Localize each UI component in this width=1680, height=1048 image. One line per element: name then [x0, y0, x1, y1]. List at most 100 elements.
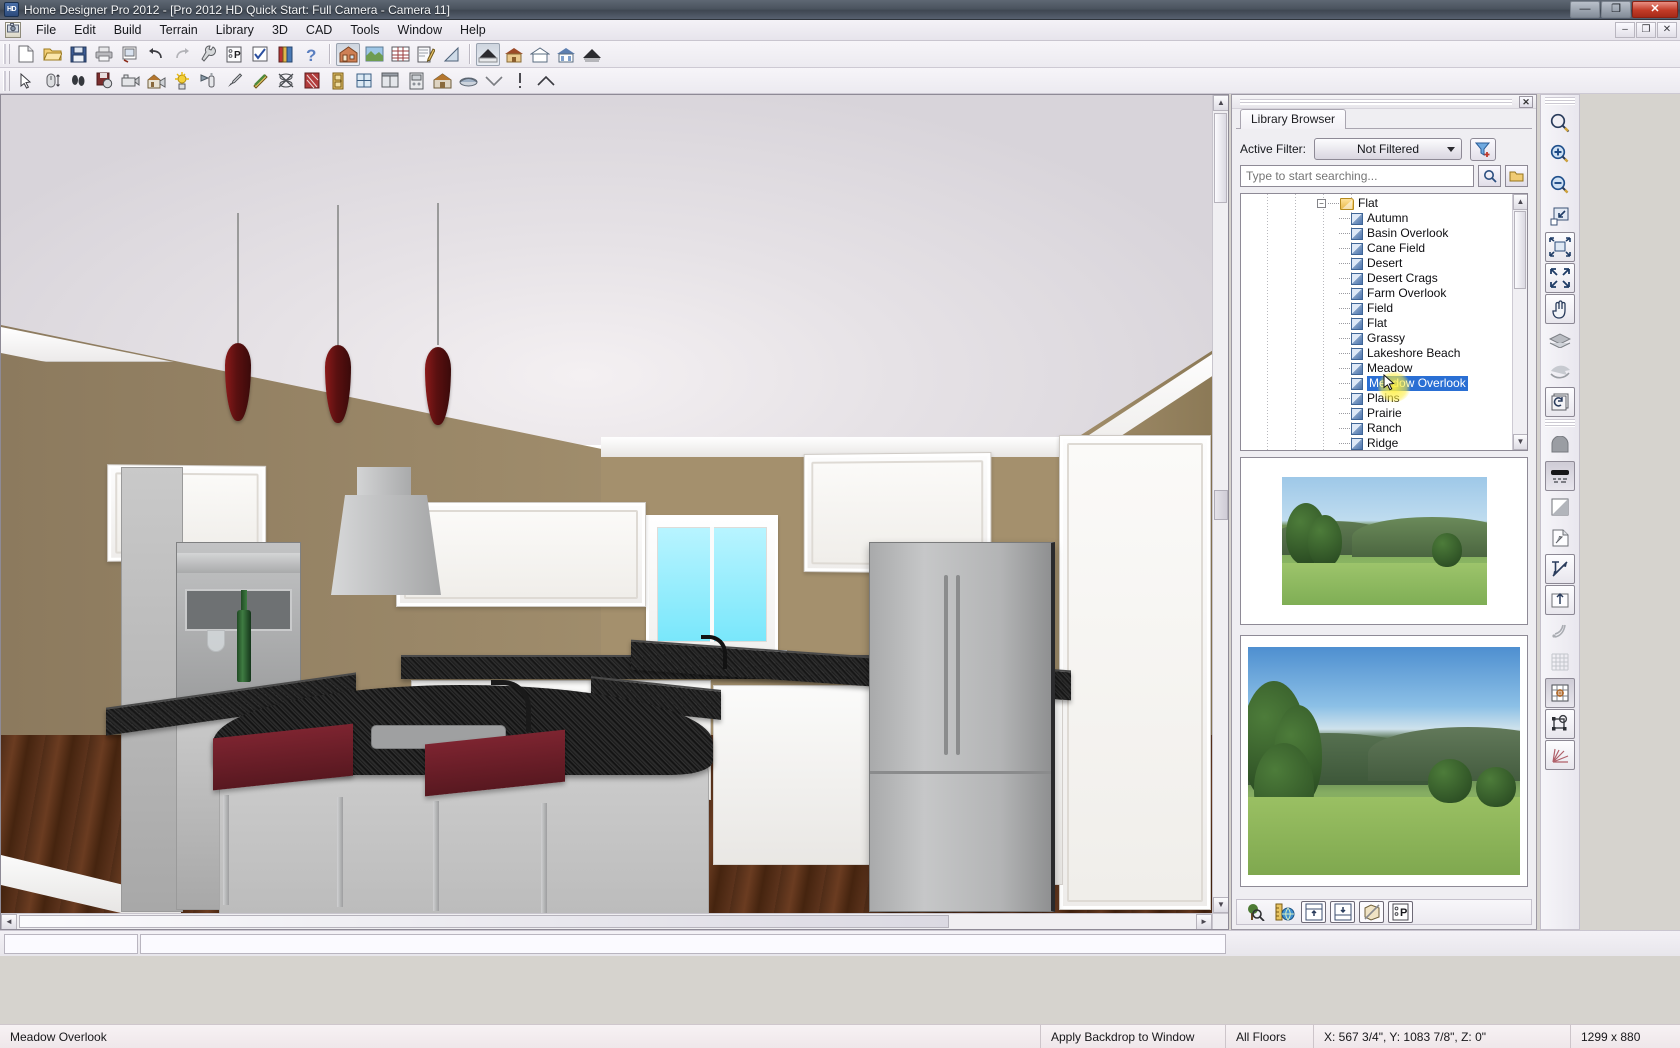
library-close-button[interactable]: ✕ — [1519, 96, 1533, 108]
fill-window-corner-button[interactable] — [1545, 201, 1575, 231]
camera-viewport[interactable]: ▲ ▼ ◄ ► — [0, 94, 1229, 930]
menu-cad[interactable]: CAD — [297, 21, 341, 39]
elevation-up-button[interactable] — [1545, 585, 1575, 615]
sound-button[interactable] — [1545, 616, 1575, 646]
menu-file[interactable]: File — [27, 21, 65, 39]
appliances-button[interactable] — [404, 69, 428, 92]
wall-elevation-button[interactable] — [508, 69, 532, 92]
tree-item-desert[interactable]: Desert — [1241, 256, 1512, 271]
search-library-button[interactable] — [1243, 901, 1268, 923]
roof-style-1-button[interactable] — [476, 43, 500, 66]
maximize-button[interactable]: ❐ — [1601, 1, 1631, 18]
scroll-left-arrow[interactable]: ◄ — [1, 914, 17, 930]
camera-tools-button[interactable] — [118, 69, 142, 92]
tree-item-flat[interactable]: Flat — [1241, 316, 1512, 331]
bottom-field-2[interactable] — [140, 934, 1226, 954]
mouse-orbit-button[interactable] — [40, 69, 64, 92]
menu-window[interactable]: Window — [389, 21, 451, 39]
menu-terrain[interactable]: Terrain — [151, 21, 207, 39]
toggle-backdrop-button[interactable] — [1545, 461, 1575, 491]
roof-style-4-button[interactable] — [554, 43, 578, 66]
tree-item-basin-overlook[interactable]: Basin Overlook — [1241, 226, 1512, 241]
help-button[interactable]: ? — [300, 43, 324, 66]
delete-surface-button[interactable] — [274, 69, 298, 92]
previous-view-button[interactable] — [1545, 325, 1575, 355]
zoom-tool-button[interactable] — [1545, 108, 1575, 138]
vertical-scroll-thumb[interactable] — [1214, 113, 1227, 203]
document-camera-icon[interactable] — [5, 22, 21, 38]
horizontal-scroll-thumb[interactable] — [19, 915, 949, 928]
library-panel-titlebar[interactable]: ✕ — [1232, 95, 1536, 109]
build-house-button[interactable] — [430, 69, 454, 92]
roof-style-2-button[interactable] — [502, 43, 526, 66]
define-filter-button[interactable] — [1470, 138, 1496, 161]
cross-section-button[interactable] — [440, 43, 464, 66]
tree-item-prairie[interactable]: Prairie — [1241, 406, 1512, 421]
menu-library[interactable]: Library — [207, 21, 263, 39]
tab-library-browser[interactable]: Library Browser — [1240, 109, 1346, 129]
roof-style-3-button[interactable] — [528, 43, 552, 66]
shadows-button[interactable] — [1545, 492, 1575, 522]
tree-item-cane-field[interactable]: Cane Field — [1241, 241, 1512, 256]
secondary-toolbar-grip[interactable] — [3, 71, 10, 91]
floor-plan-view-button[interactable] — [336, 43, 360, 66]
pan-window-button[interactable] — [1545, 294, 1575, 324]
tree-item-lakeshore-beach[interactable]: Lakeshore Beach — [1241, 346, 1512, 361]
doors-button[interactable] — [326, 69, 350, 92]
tree-item-grassy[interactable]: Grassy — [1241, 331, 1512, 346]
panel-top-button[interactable] — [1301, 901, 1326, 923]
scroll-down-arrow[interactable]: ▼ — [1213, 897, 1229, 913]
adjust-sunlight-button[interactable] — [170, 69, 194, 92]
print-preview-button[interactable] — [118, 43, 142, 66]
fill-window-button[interactable] — [1545, 232, 1575, 262]
tree-item-meadow[interactable]: Meadow — [1241, 361, 1512, 376]
library-properties-button[interactable]: P — [1388, 901, 1413, 923]
print-button[interactable] — [92, 43, 116, 66]
browse-folder-button[interactable] — [1505, 165, 1528, 187]
roof-angle-button[interactable] — [534, 69, 558, 92]
scroll-up-arrow[interactable]: ▲ — [1213, 95, 1229, 111]
house-camera-button[interactable] — [144, 69, 168, 92]
checkbox-tool-button[interactable] — [248, 43, 272, 66]
close-button[interactable]: ✕ — [1632, 1, 1678, 18]
materials-list-button[interactable] — [388, 43, 412, 66]
mdi-restore-button[interactable]: ❐ — [1636, 22, 1656, 38]
toolbar-grip[interactable] — [3, 44, 10, 64]
tree-scroll-up[interactable]: ▲ — [1513, 194, 1528, 210]
tree-item-farm-overlook[interactable]: Farm Overlook — [1241, 286, 1512, 301]
tree-item-ridge[interactable]: Ridge — [1241, 436, 1512, 451]
viewport-splitter-handle[interactable] — [1214, 490, 1228, 520]
chevron-down-button[interactable] — [482, 69, 506, 92]
scroll-right-arrow[interactable]: ► — [1196, 914, 1212, 930]
tree-node-flat-folder[interactable]: − Flat — [1241, 196, 1512, 211]
eyedropper-button[interactable] — [222, 69, 246, 92]
light-source-button[interactable] — [196, 69, 220, 92]
tree-item-ranch[interactable]: Ranch — [1241, 421, 1512, 436]
mdi-close-button[interactable]: ✕ — [1657, 22, 1677, 38]
zoom-in-button[interactable] — [1545, 139, 1575, 169]
plan-defaults-button[interactable]: P — [222, 43, 246, 66]
undo-zoom-button[interactable] — [1545, 356, 1575, 386]
edit-area-button[interactable] — [414, 43, 438, 66]
tree-item-desert-crags[interactable]: Desert Crags — [1241, 271, 1512, 286]
refresh-display-button[interactable] — [1545, 387, 1575, 417]
cabinets-button[interactable] — [378, 69, 402, 92]
menu-help[interactable]: Help — [451, 21, 495, 39]
roof-plane-button[interactable] — [456, 69, 480, 92]
bottom-field-1[interactable] — [4, 934, 138, 954]
reference-grid-button[interactable] — [1545, 678, 1575, 708]
roof-style-5-button[interactable] — [580, 43, 604, 66]
select-objects-button[interactable] — [14, 69, 38, 92]
open-plan-button[interactable] — [40, 43, 64, 66]
menu-3d[interactable]: 3D — [263, 21, 297, 39]
library-scale-button[interactable] — [1272, 901, 1297, 923]
grid-snaps-button[interactable] — [1545, 647, 1575, 677]
viewport-horizontal-scrollbar[interactable]: ◄ ► — [1, 913, 1212, 929]
tree-item-field[interactable]: Field — [1241, 301, 1512, 316]
tree-item-autumn[interactable]: Autumn — [1241, 211, 1512, 226]
tree-item-plains[interactable]: Plains — [1241, 391, 1512, 406]
panel-drag-grip[interactable] — [1240, 99, 1512, 105]
dimension-line-button[interactable] — [1545, 554, 1575, 584]
menu-tools[interactable]: Tools — [341, 21, 388, 39]
kitchen-3d-scene[interactable] — [1, 95, 1214, 913]
